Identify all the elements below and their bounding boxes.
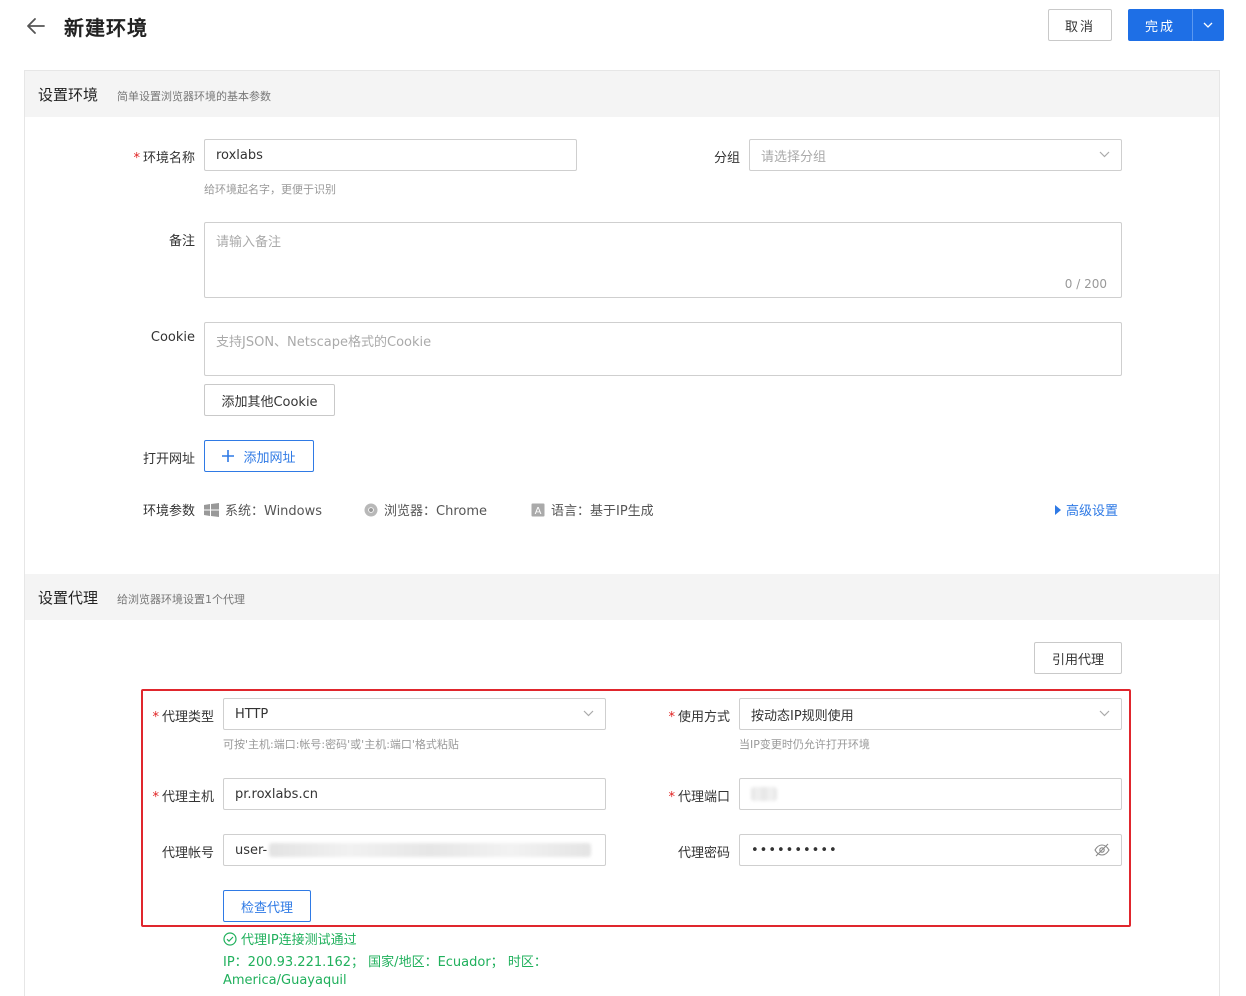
caret-right-icon [1055,504,1061,515]
chevron-down-icon [1203,22,1213,28]
proxy-port-label: * 代理端口 [668,790,730,805]
cookie-label: Cookie [150,330,195,345]
check-proxy-button[interactable]: 检查代理 [223,890,311,922]
env-name-hint: 给环境起名字，更便于识别 [204,183,336,196]
redacted-value [751,787,777,801]
env-params-label: 环境参数 [142,504,195,519]
env-name-input[interactable]: roxlabs [204,139,577,171]
redacted-value [269,843,592,857]
env-section-header: 设置环境 简单设置浏览器环境的基本参数 [25,71,1219,117]
page-title: 新建环境 [64,16,148,40]
note-textarea[interactable]: 请输入备注 0 / 200 [204,222,1122,298]
cookie-placeholder: 支持JSON、Netscape格式的Cookie [216,335,432,350]
chevron-down-icon [1099,151,1110,158]
cookie-textarea[interactable]: 支持JSON、Netscape格式的Cookie [204,322,1122,376]
usage-value: 按动态IP规则使用 [751,708,854,724]
proxy-type-select[interactable]: HTTP [223,698,606,730]
proxy-type-value: HTTP [235,706,269,722]
finish-button[interactable]: 完成 [1128,9,1192,41]
chrome-icon [364,503,378,517]
chevron-down-icon [583,710,594,717]
proxy-type-label: * 代理类型 [152,710,214,725]
proxy-host-input[interactable]: pr.roxlabs.cn [223,778,606,810]
env-name-label: * 环境名称 [133,151,195,166]
proxy-account-input[interactable]: user- [223,834,606,866]
plus-icon [222,450,235,462]
add-url-label: 添加网址 [243,450,296,466]
proxy-type-hint: 可按'主机:端口:帐号:密码'或'主机:端口'格式粘贴 [223,738,459,751]
note-label: 备注 [168,234,195,249]
group-placeholder: 请选择分组 [761,149,827,165]
add-url-button[interactable]: 添加网址 [204,440,314,472]
section-subtitle: 给浏览器环境设置1个代理 [117,593,245,606]
add-cookie-button[interactable]: 添加其他Cookie [204,384,335,416]
note-placeholder: 请输入备注 [216,235,282,250]
proxy-section-header: 设置代理 给浏览器环境设置1个代理 [25,574,1219,620]
proxy-port-input[interactable] [739,778,1122,810]
proxy-host-label: * 代理主机 [152,790,214,805]
note-counter: 0 / 200 [1064,277,1107,291]
chevron-down-icon [1099,710,1110,717]
proxy-ip-info: IP：200.93.221.162； 国家/地区：Ecuador； 时区： [223,955,547,970]
usage-hint: 当IP变更时仍允许打开环境 [739,738,870,751]
group-label: 分组 [713,151,740,166]
proxy-password-label: 代理密码 [677,846,730,861]
browser-param: 浏览器：Chrome [364,500,487,519]
back-arrow-icon[interactable] [22,12,50,40]
group-select[interactable]: 请选择分组 [749,139,1122,171]
section-title: 设置代理 [38,589,99,607]
usage-label: * 使用方式 [668,710,730,725]
check-circle-icon [223,931,237,946]
section-title: 设置环境 [38,86,99,104]
system-param: 系统：Windows [204,500,322,519]
proxy-password-input[interactable]: •••••••••• [739,834,1122,866]
proxy-test-result: 代理IP连接测试通过 [223,929,357,948]
svg-text:A: A [535,506,542,517]
proxy-account-label: 代理帐号 [161,846,214,861]
reference-proxy-button[interactable]: 引用代理 [1034,642,1122,674]
windows-icon [204,502,219,517]
advanced-settings-link[interactable]: 高级设置 [1055,500,1118,519]
section-subtitle: 简单设置浏览器环境的基本参数 [117,90,271,103]
proxy-timezone-info: America/Guayaquil [223,973,347,988]
open-url-label: 打开网址 [142,452,195,467]
usage-select[interactable]: 按动态IP规则使用 [739,698,1122,730]
language-icon: A [531,503,545,517]
finish-dropdown-button[interactable] [1192,9,1224,41]
eye-off-icon[interactable] [1094,843,1110,861]
proxy-password-value: •••••••••• [751,842,838,858]
proxy-account-value: user- [235,842,268,858]
cancel-button[interactable]: 取消 [1048,9,1112,41]
language-param: A 语言：基于IP生成 [531,500,654,519]
